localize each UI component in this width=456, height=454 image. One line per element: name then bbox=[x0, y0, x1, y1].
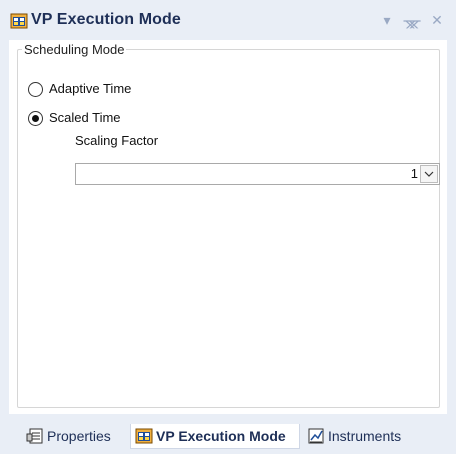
chevron-down-icon[interactable] bbox=[420, 165, 438, 183]
tab-vp-execution-mode-label: VP Execution Mode bbox=[156, 428, 286, 444]
adaptive-time-label: Adaptive Time bbox=[49, 81, 132, 96]
scheduling-mode-legend: Scheduling Mode bbox=[22, 42, 127, 57]
tab-properties[interactable]: Properties bbox=[22, 424, 124, 448]
scaling-factor-value: 1 bbox=[410, 166, 418, 181]
scheduling-panel: Scheduling Mode Adaptive Time Scaled Tim… bbox=[9, 40, 447, 414]
panel-tab-strip: Properties VP Execution Mode Instruments bbox=[0, 420, 456, 454]
close-icon[interactable]: ✕ bbox=[428, 10, 446, 30]
panel-title: VP Execution Mode bbox=[31, 11, 181, 28]
panel-title-bar: VP Execution Mode ▾ ᚘ ✕ bbox=[0, 0, 456, 40]
adaptive-time-radio[interactable] bbox=[28, 82, 43, 97]
tab-instruments-label: Instruments bbox=[328, 428, 402, 444]
scaled-time-label: Scaled Time bbox=[49, 110, 121, 125]
pin-icon[interactable]: ᚘ bbox=[403, 10, 421, 30]
scaled-time-radio[interactable] bbox=[28, 111, 43, 126]
vp-execution-icon bbox=[135, 428, 153, 444]
scaling-factor-label: Scaling Factor bbox=[75, 133, 159, 148]
scheduling-mode-group: Scheduling Mode Adaptive Time Scaled Tim… bbox=[17, 42, 440, 408]
tab-vp-execution-mode[interactable]: VP Execution Mode bbox=[130, 424, 300, 449]
instruments-icon bbox=[308, 428, 324, 444]
scaling-factor-combobox[interactable]: 1 bbox=[75, 163, 440, 185]
tab-instruments[interactable]: Instruments bbox=[303, 424, 415, 448]
dropdown-arrow-icon[interactable]: ▾ bbox=[378, 10, 396, 30]
tab-properties-label: Properties bbox=[47, 428, 111, 444]
properties-icon bbox=[26, 428, 43, 444]
vp-execution-icon bbox=[10, 13, 28, 29]
